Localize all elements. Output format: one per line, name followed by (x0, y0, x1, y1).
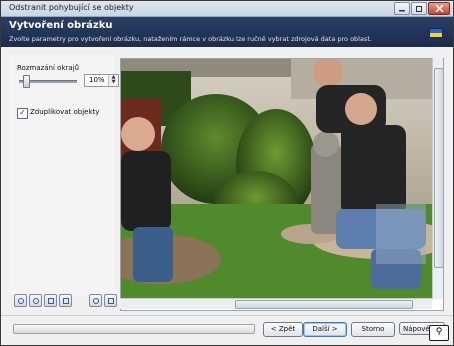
horizontal-scrollbar[interactable] (120, 298, 432, 309)
garden-photo (121, 59, 443, 299)
horizontal-scroll-thumb[interactable] (235, 300, 413, 309)
header-banner: Vytvoření obrázku Zvolte parametry pro v… (1, 17, 453, 47)
title-bar: Odstranit pohybující se objekty (1, 1, 453, 17)
duplicate-objects-label[interactable]: Zduplikovat objekty (30, 108, 99, 116)
zoom-out-icon[interactable] (29, 294, 42, 307)
window-title: Odstranit pohybující se objekty (9, 3, 134, 12)
minimize-icon[interactable] (394, 2, 410, 15)
fit-icon[interactable] (44, 294, 57, 307)
maximize-icon[interactable] (411, 2, 427, 15)
page-title: Vytvoření obrázku (9, 20, 113, 31)
spin-arrows-icon[interactable]: ▲ ▼ (108, 75, 118, 86)
blur-edges-label: Rozmazání okrajů (17, 64, 80, 72)
zoom-in-icon[interactable] (14, 294, 27, 307)
blur-edges-slider[interactable] (19, 75, 77, 88)
hand-icon[interactable] (89, 294, 102, 307)
actual-size-icon[interactable] (59, 294, 72, 307)
options-panel: Rozmazání okrajů 10% ▲ ▼ ✓ Zduplikovat ob… (9, 55, 119, 295)
next-button[interactable]: Další > (303, 322, 347, 337)
cancel-button[interactable]: Storno (351, 322, 395, 337)
language-flag-icon[interactable] (429, 28, 443, 38)
footer-separator (1, 315, 453, 316)
vertical-scrollbar[interactable] (432, 58, 444, 299)
close-icon[interactable] (428, 2, 450, 15)
vertical-scroll-thumb[interactable] (434, 68, 444, 268)
select-rect-icon[interactable] (104, 294, 117, 307)
duplicate-objects-checkbox[interactable]: ✓ (17, 108, 28, 119)
progress-bar (13, 324, 255, 334)
blur-edges-spinbox[interactable]: 10% ▲ ▼ (84, 74, 119, 87)
magnifier-icon: ⚲ (429, 325, 449, 341)
slider-thumb[interactable] (23, 75, 30, 88)
page-subtitle: Zvolte parametry pro vytvoření obrázku, … (9, 35, 372, 43)
blur-edges-value[interactable]: 10% (89, 76, 105, 84)
dialog-window: Odstranit pohybující se objekty Vytvořen… (0, 0, 454, 346)
image-canvas[interactable] (120, 58, 444, 311)
back-button[interactable]: < Zpět (263, 322, 303, 337)
